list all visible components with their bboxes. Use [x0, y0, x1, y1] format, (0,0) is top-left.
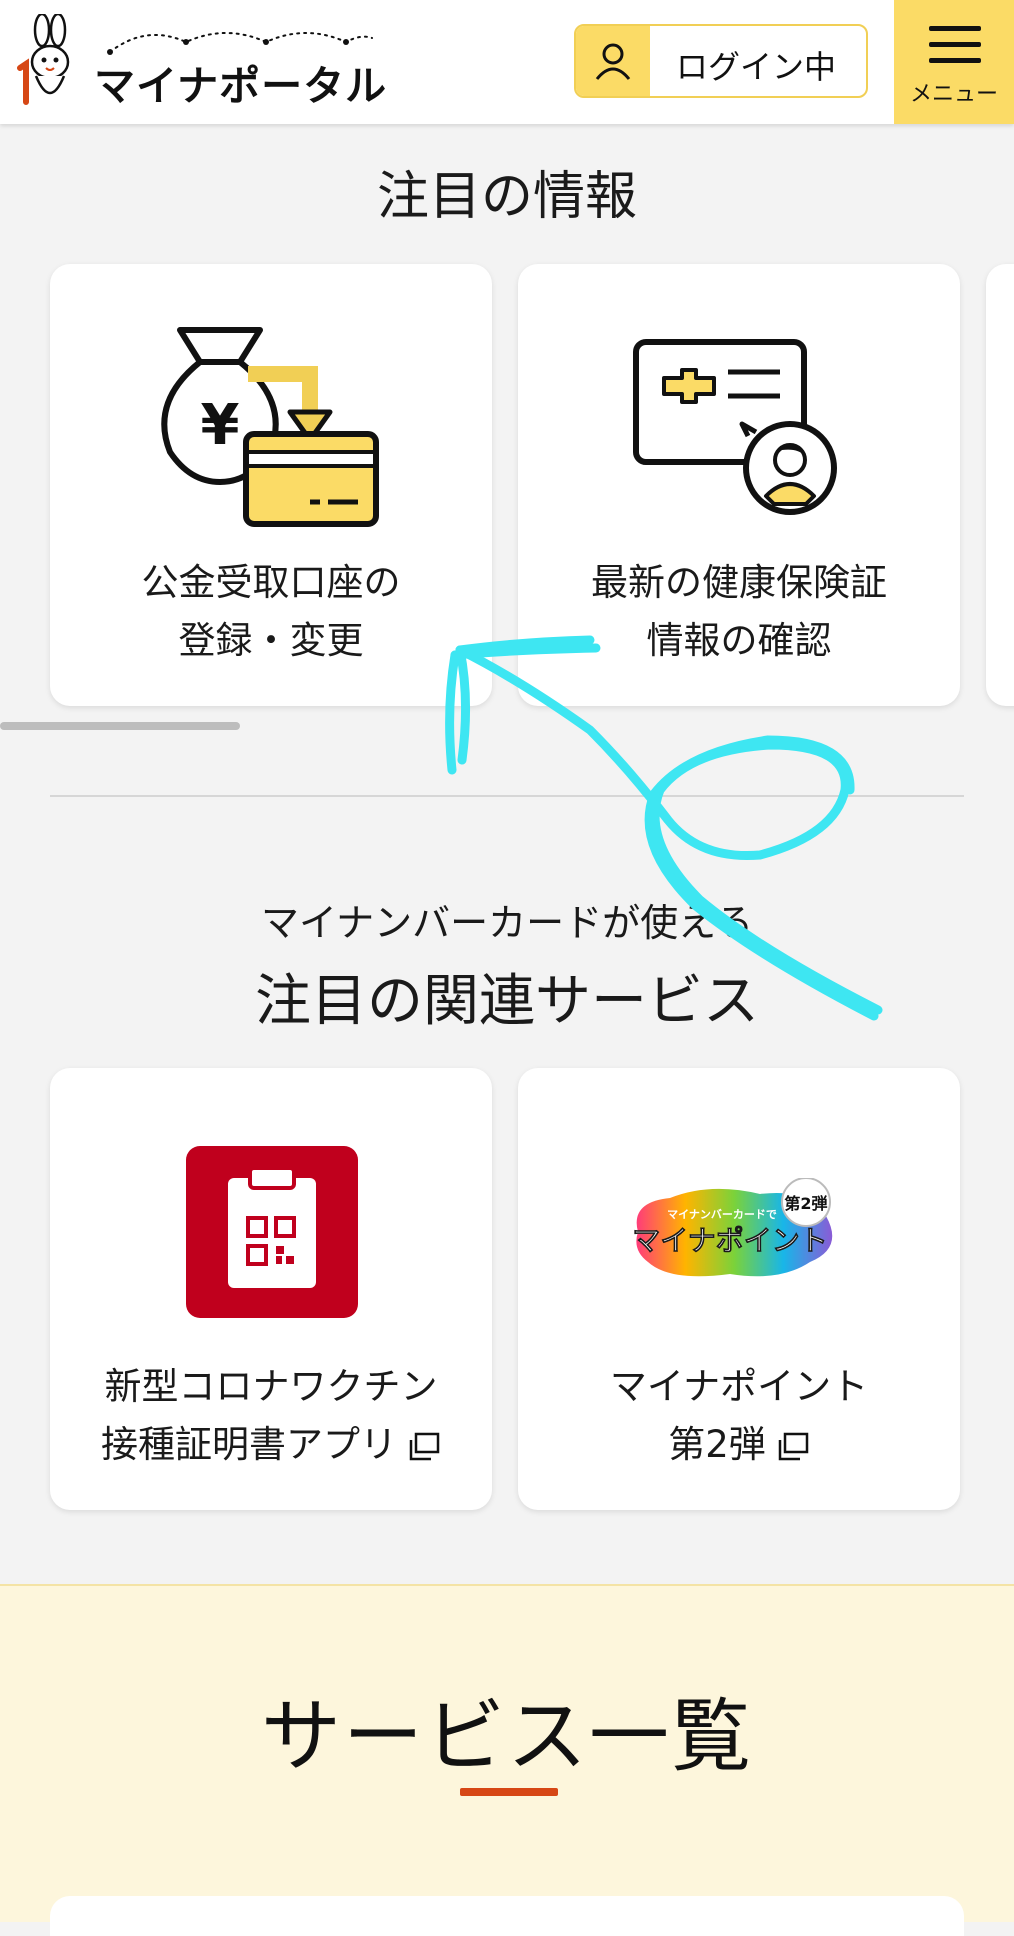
app-header: マイナポータル ログイン中 メニュー: [0, 0, 1014, 124]
card-label-line2: 情報の確認: [646, 619, 832, 662]
external-link-icon: [778, 1432, 809, 1460]
menu-button[interactable]: メニュー: [894, 0, 1014, 124]
vaccine-certificate-app-icon: [186, 1146, 358, 1318]
logo-text[interactable]: マイナポータル: [94, 52, 387, 112]
services-section: サービス一覧: [0, 1584, 1014, 1936]
services-section-title: サービス一覧: [261, 1690, 753, 1783]
health-insurance-card-icon: [633, 339, 837, 515]
external-link-icon: [409, 1432, 440, 1460]
hamburger-icon: [929, 26, 981, 31]
user-icon-box: [576, 26, 650, 96]
card-health-insurance-info[interactable]: 最新の健康保険証 情報の確認: [518, 264, 960, 706]
svg-text:¥: ¥: [201, 393, 240, 458]
card-label-line1: 公金受取口座の: [141, 561, 401, 604]
svg-text:マイナンバーカードで: マイナンバーカードで: [667, 1208, 777, 1221]
services-list-card: [50, 1896, 964, 1936]
card-label-line1: 新型コロナワクチン: [104, 1365, 438, 1408]
card-covid-vaccine-app[interactable]: 新型コロナワクチン 接種証明書アプリ: [50, 1068, 492, 1510]
login-status-label: ログイン中: [676, 48, 837, 86]
card-label-line1: 最新の健康保険証: [591, 561, 887, 604]
card-mynapoint[interactable]: 第2弾 マイナンバーカードで マイナポイント マイナポイント 第2弾: [518, 1068, 960, 1510]
card-public-fund-account[interactable]: ¥ 公金受取口座の 登録・変更: [50, 264, 492, 706]
card-label-line2: 登録・変更: [178, 619, 364, 662]
carousel-scroll-indicator[interactable]: [0, 722, 240, 730]
related-section-subtitle: マイナンバーカードが使える: [260, 901, 754, 945]
menu-label: メニュー: [909, 82, 998, 107]
featured-section-title: 注目の情報: [376, 167, 637, 227]
card-label-line1: マイナポイント: [609, 1365, 869, 1408]
card-label-line2: 接種証明書アプリ: [101, 1423, 397, 1466]
user-icon: [595, 43, 631, 80]
svg-text:第2弾: 第2弾: [784, 1194, 827, 1213]
related-section-title: 注目の関連サービス: [255, 969, 759, 1034]
title-accent-bar: [460, 1788, 558, 1796]
card-next-partial[interactable]: [986, 264, 1014, 706]
login-status-button[interactable]: ログイン中: [574, 24, 868, 98]
money-bag-to-card-icon: ¥: [161, 327, 379, 527]
mynapoint-logo: 第2弾 マイナンバーカードで マイナポイント: [632, 1178, 833, 1277]
section-divider: [50, 795, 964, 797]
mynaportal-rabbit-logo[interactable]: [16, 14, 80, 110]
svg-text:マイナポイント: マイナポイント: [632, 1224, 827, 1257]
card-label-line2: 第2弾: [668, 1423, 766, 1466]
